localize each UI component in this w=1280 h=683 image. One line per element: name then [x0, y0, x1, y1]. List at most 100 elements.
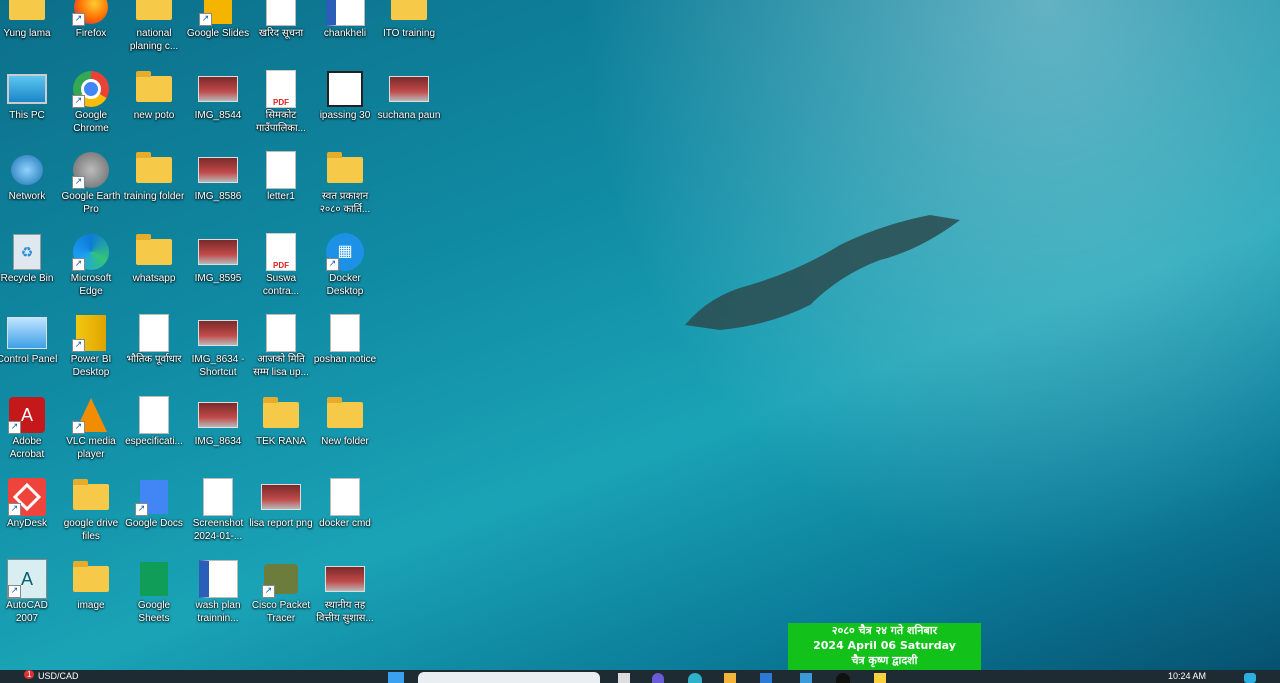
taskbar-app-icon[interactable]: [618, 673, 630, 683]
desktop-icon[interactable]: TEK RANA: [249, 396, 313, 448]
desktop-icon[interactable]: new poto: [122, 70, 186, 122]
desktop-icon[interactable]: wash plan trainnin...: [186, 560, 250, 625]
desktop-icon-label: AutoCAD 2007: [6, 600, 48, 624]
taskbar-app-icon[interactable]: [688, 673, 702, 683]
start-button[interactable]: [388, 672, 404, 683]
search-box[interactable]: [418, 672, 600, 683]
folder-icon: [133, 151, 175, 189]
taskbar: 1 USD/CAD 10:24 AM: [0, 670, 1280, 683]
desktop-icon-label: chankheli: [323, 28, 367, 39]
desktop-icon[interactable]: letter1: [249, 151, 313, 203]
desktop-icon[interactable]: Screenshot 2024-01-...: [186, 478, 250, 543]
system-clock[interactable]: 10:24 AM: [1168, 670, 1206, 683]
desktop-icon[interactable]: ♻ Recycle Bin: [0, 233, 59, 285]
desktop-icon[interactable]: image: [59, 560, 123, 612]
desktop-icon-label: Network: [8, 191, 46, 202]
desktop-icon[interactable]: ↗ Google Docs: [122, 478, 186, 530]
desktop-icon[interactable]: suchana paun: [377, 70, 441, 122]
desktop-icon[interactable]: ITO training: [377, 0, 441, 40]
desktop-icon[interactable]: Google Sheets: [122, 560, 186, 625]
desktop-icon-label: Cisco Packet Tracer: [251, 600, 311, 624]
shortcut-arrow-icon: ↗: [262, 585, 275, 598]
desktop-icon[interactable]: ↗ Microsoft Edge: [59, 233, 123, 298]
desktop-icon[interactable]: ↗ Google Earth Pro: [59, 151, 123, 216]
desktop-icon-label: Docker Desktop: [326, 273, 364, 297]
desktop-icon[interactable]: IMG_8586: [186, 151, 250, 203]
desktop-icon[interactable]: chankheli: [313, 0, 377, 40]
desktop-icon-label: IMG_8634: [194, 436, 242, 447]
desktop-icon[interactable]: google drive files: [59, 478, 123, 543]
desktop-icon-label: Google Sheets: [137, 600, 171, 624]
autocad-icon: A ↗: [6, 559, 48, 599]
desktop-icon[interactable]: Yung lama: [0, 0, 59, 40]
desktop-icon[interactable]: भौतिक पूर्वाधार: [122, 314, 186, 366]
desktop-icon[interactable]: docker cmd: [313, 478, 377, 530]
photo-icon: [388, 70, 430, 108]
folder-icon: [70, 478, 112, 516]
taskbar-app-icon[interactable]: [724, 673, 736, 683]
desktop-icon[interactable]: ↗ AnyDesk: [0, 478, 59, 530]
desktop-icon-label: Power BI Desktop: [70, 354, 112, 378]
desktop-icon[interactable]: national planing c...: [122, 0, 186, 53]
desktop-icon[interactable]: This PC: [0, 70, 59, 122]
desktop-icon[interactable]: खरिद सूचना: [249, 0, 313, 40]
desktop-icon[interactable]: ↗ Google Chrome: [59, 70, 123, 135]
pdf-icon: PDF: [260, 70, 302, 108]
ticker-widget[interactable]: USD/CAD: [38, 670, 79, 683]
desktop-icon[interactable]: IMG_8634 - Shortcut: [186, 314, 250, 379]
desktop-icon[interactable]: ↗ Firefox: [59, 0, 123, 40]
desktop-icon[interactable]: ▦ ↗ Docker Desktop: [313, 233, 377, 298]
desktop-icon[interactable]: ↗ VLC media player: [59, 396, 123, 461]
folder-icon: [133, 70, 175, 108]
acrobat-icon: A ↗: [6, 396, 48, 434]
taskbar-app-icon[interactable]: [760, 673, 772, 683]
desktop-icon[interactable]: A ↗ Adobe Acrobat: [0, 396, 59, 461]
desktop-icon[interactable]: especificati...: [122, 396, 186, 448]
desktop-icon-label: Suswa contra...: [262, 273, 300, 297]
photo-icon: [260, 478, 302, 516]
desktop-icon[interactable]: स्थानीय तह वित्तीय सुशास...: [313, 560, 377, 625]
desktop-icon[interactable]: ↗ Google Slides: [186, 0, 250, 40]
folder-icon: [133, 233, 175, 271]
desktop-icon[interactable]: IMG_8595: [186, 233, 250, 285]
calendar-nepali-date: २०८० चैत्र २४ गते शनिबार: [831, 624, 938, 637]
taskbar-app-icon[interactable]: [800, 673, 812, 683]
desktop-icon[interactable]: training folder: [122, 151, 186, 203]
desktop-icon[interactable]: ↗ Power BI Desktop: [59, 314, 123, 379]
taskbar-app-icon[interactable]: [874, 673, 886, 683]
desktop-icon-label: Yung lama: [3, 28, 51, 39]
desktop-icon[interactable]: PDF सिमकोट गाउँपालिका...: [249, 70, 313, 135]
anydesk-icon: ↗: [6, 478, 48, 516]
desktop-icon[interactable]: A ↗ AutoCAD 2007: [0, 559, 59, 625]
desktop-icon[interactable]: आजको मिति सम्म lisa up...: [249, 314, 313, 379]
shortcut-arrow-icon: ↗: [72, 339, 85, 352]
desktop-icon[interactable]: स्वत प्रकाशन २०८० कार्ति...: [313, 151, 377, 216]
desktop-icon-label: IMG_8544: [194, 110, 242, 121]
desktop-icon-label: suchana paun: [377, 110, 441, 121]
desktop-icon-label: TEK RANA: [255, 436, 306, 447]
desktop-icon[interactable]: Network: [0, 151, 59, 203]
pdf-icon: PDF: [260, 233, 302, 271]
taskbar-app-icon[interactable]: [652, 673, 664, 683]
desktop-icon[interactable]: lisa report png: [249, 478, 313, 530]
desktop-icon-label: Firefox: [75, 28, 107, 39]
desktop-icon-label: letter1: [267, 191, 295, 202]
photo-icon: [197, 314, 239, 352]
taskbar-app-icon[interactable]: [836, 673, 850, 683]
desktop-icon[interactable]: IMG_8544: [186, 70, 250, 122]
photo-icon: [197, 233, 239, 271]
chrome-icon: ↗: [70, 70, 112, 108]
desktop-icon[interactable]: New folder: [313, 396, 377, 448]
notification-icon[interactable]: [1244, 673, 1256, 683]
desktop-icon[interactable]: whatsapp: [122, 233, 186, 285]
shortcut-arrow-icon: ↗: [8, 585, 21, 598]
desktop-icon[interactable]: Control Panel: [0, 314, 59, 366]
desktop-icon[interactable]: ↗ Cisco Packet Tracer: [249, 560, 313, 625]
power-bi-icon: ↗: [70, 314, 112, 352]
desktop-icon[interactable]: poshan notice: [313, 314, 377, 366]
desktop: Yung lama ↗ Firefox national planing c... ↗ G…: [0, 0, 1280, 670]
document-icon: [260, 151, 302, 189]
desktop-icon[interactable]: IMG_8634: [186, 396, 250, 448]
desktop-icon[interactable]: ipassing 30: [313, 70, 377, 122]
desktop-icon[interactable]: PDF Suswa contra...: [249, 233, 313, 298]
